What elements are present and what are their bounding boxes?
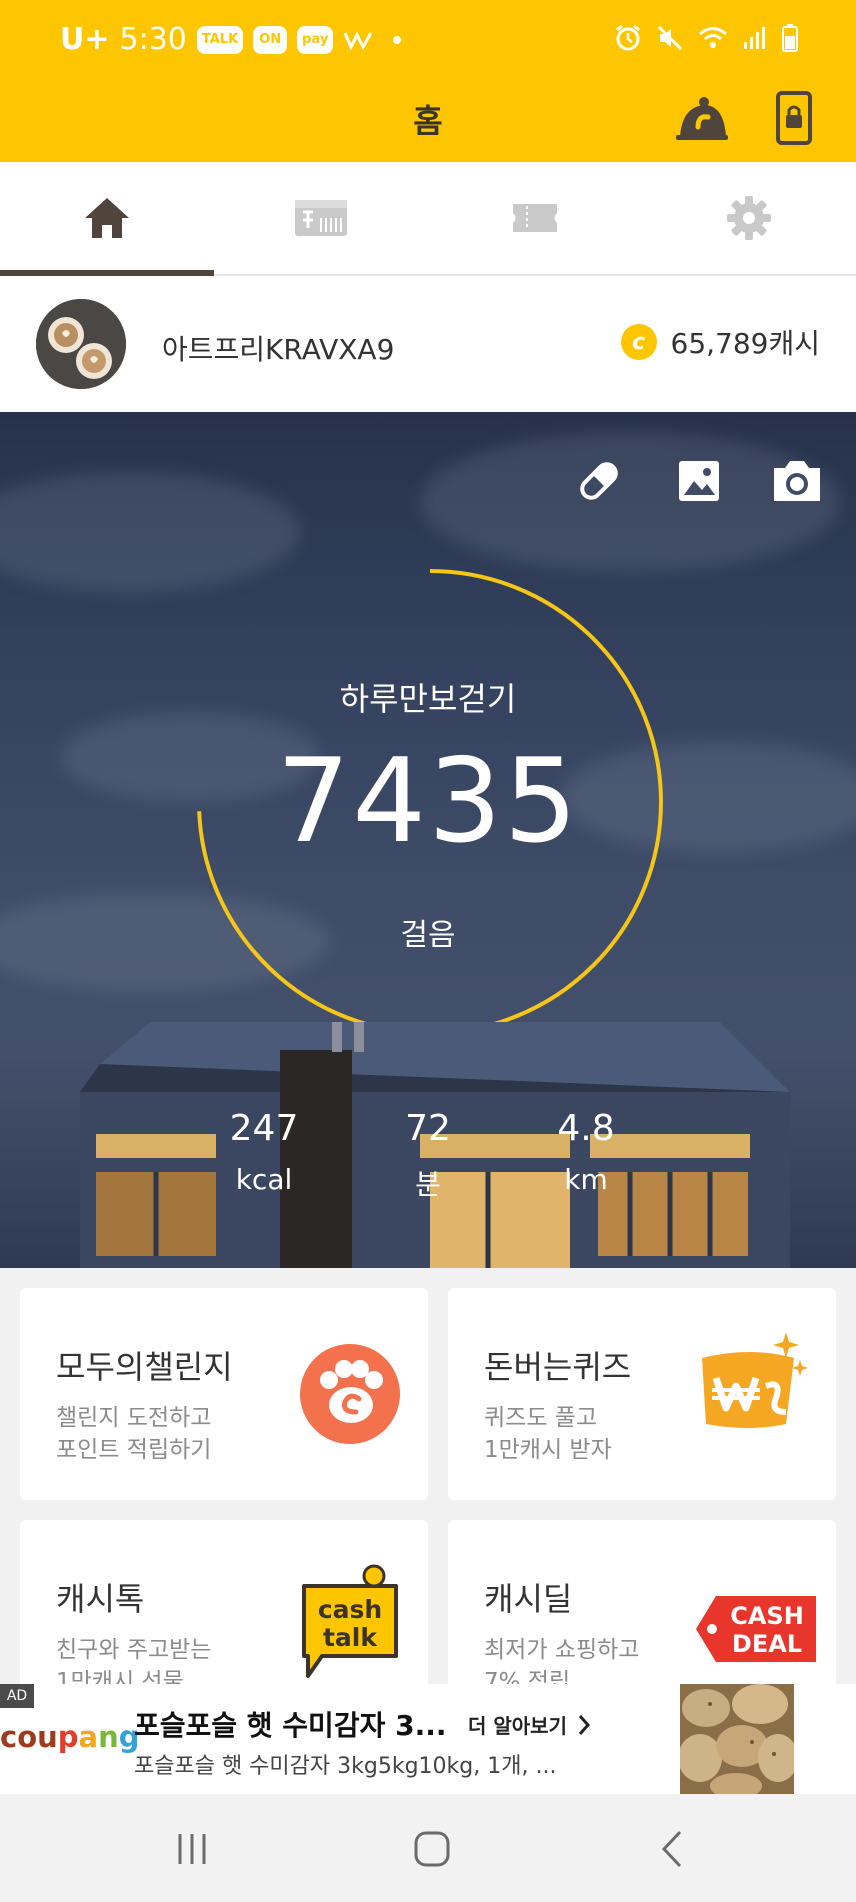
cashtalk-icon-text: cash [318,1595,382,1624]
coin-icon: c [620,324,657,360]
card-subtitle-line: 친구와 주고받는 [56,1637,212,1663]
coupang-logo-part: p [57,1720,79,1754]
tab-coupons[interactable] [428,162,642,274]
ad-learn-more[interactable]: 더 알아보기 [468,1710,591,1739]
home-nav-icon [414,1831,450,1867]
card-title: 캐시톡 [56,1580,145,1618]
status-bar: U+ 5:30 TALK ON pay [0,0,856,72]
cash-amount: 65,789캐시 [670,327,821,360]
potato-image [680,1684,794,1794]
main-tabs [0,162,856,276]
avatar[interactable] [36,299,126,389]
recent-apps-button[interactable] [162,1824,222,1874]
pill-icon [580,462,618,500]
cashwalk-character-icon [676,97,728,140]
ad-title: 포슬포슬 햇 수미감자 3... [134,1709,447,1742]
card-subtitle-line: 챌린지 도전하고 [56,1405,212,1431]
username: 아트프리KRAVXA9 [162,333,395,366]
card-title: 캐시딜 [484,1580,573,1618]
tab-settings[interactable] [642,162,856,274]
w-notification-icon [343,31,373,51]
carrier-label: U+ [60,22,110,57]
profile-row: 아트프리KRAVXA9 c 65,789캐시 [0,276,856,412]
ad-learn-more-label: 더 알아보기 [468,1714,567,1738]
tab-home[interactable] [0,162,214,276]
cash-balance[interactable]: c 65,789캐시 [620,322,821,362]
clock: 5:30 [119,22,187,57]
coupang-logo-part: a [78,1720,99,1754]
duration-stat: 72 분 [388,1108,468,1203]
pay-notification-icon: pay [297,25,334,54]
recent-apps-icon [178,1834,206,1864]
on-notification-icon: ON [253,25,288,54]
cashtalk-icon: cash talk [302,1564,398,1678]
distance-unit: km [564,1163,608,1196]
camera-button[interactable] [770,454,824,508]
card-subtitle-line: 포인트 적립하기 [56,1437,212,1463]
mute-icon [657,25,683,51]
home-icon [85,198,129,238]
coupang-logo-part: cou [0,1720,58,1754]
step-count[interactable]: 7435 [0,734,856,869]
system-nav-bar [0,1794,856,1902]
wifi-icon [699,27,727,48]
gallery-button[interactable] [672,454,726,508]
card-title: 모두의챌린지 [56,1348,233,1386]
card-challenge[interactable]: 모두의챌린지 챌린지 도전하고 포인트 적립하기 [20,1288,428,1500]
step-goal-label: 하루만보걷기 [339,680,517,718]
gift-shop-icon [295,200,347,236]
card-title: 돈버는퀴즈 [484,1348,632,1386]
calorie-stat: 247 kcal [220,1108,308,1196]
status-bar-right [614,24,798,52]
card-quiz[interactable]: 돈버는퀴즈 퀴즈도 풀고 1만캐시 받자 [448,1288,836,1500]
cashdeal-icon-text: CASH [730,1602,804,1630]
card-subtitle: 퀴즈도 풀고 1만캐시 받자 [484,1402,714,1466]
signal-icon [744,27,765,49]
ticket-icon [513,204,557,232]
ad-badge: AD [0,1684,34,1708]
duration-unit: 분 [415,1168,441,1201]
gear-icon [727,196,771,240]
app-header: 홈 [0,72,856,162]
ad-description: 포슬포슬 햇 수미감자 3kg5kg10kg, 1개, ... [134,1754,557,1779]
camera-icon [774,461,820,501]
cashtalk-icon-text: talk [323,1623,378,1652]
avatar-image [36,299,126,389]
battery-icon [782,24,798,52]
phone-lock-icon [776,91,812,145]
coupang-logo-part: n [98,1720,119,1754]
more-notifications-dot [393,35,402,44]
step-counter-hero: 하루만보걷기 7435 걸음 247 kcal 72 분 4.8 km [0,412,856,1268]
distance-value: 4.8 [557,1108,615,1149]
cashdeal-tag-icon: CASH DEAL [696,1596,816,1662]
pill-button[interactable] [572,454,626,508]
ad-banner[interactable]: AD coupang 포슬포슬 햇 수미감자 3... 더 알아보기 포슬포슬 … [0,1684,856,1794]
challenge-paw-icon [300,1344,400,1444]
tab-shop[interactable] [214,162,428,274]
home-nav-button[interactable] [402,1824,462,1874]
card-subtitle-line: 퀴즈도 풀고 [484,1405,598,1431]
duration-value: 72 [405,1108,451,1149]
cashwalk-character-button[interactable] [672,88,732,148]
ad-product-image [680,1684,794,1794]
distance-stat: 4.8 km [546,1108,626,1196]
status-bar-left: U+ 5:30 TALK ON pay [60,22,402,57]
back-icon [661,1830,682,1868]
gallery-icon [679,461,719,501]
coupang-logo: coupang [0,1720,140,1754]
chevron-right-icon [578,1714,590,1735]
cashdeal-icon-text: DEAL [732,1630,802,1658]
back-button[interactable] [642,1824,702,1874]
card-subtitle-line: 1만캐시 받자 [484,1437,612,1463]
calorie-value: 247 [229,1108,299,1149]
calorie-unit: kcal [235,1163,293,1196]
kakaotalk-notification-icon: TALK [196,25,244,54]
quiz-won-icon [702,1332,808,1428]
alarm-icon [616,24,640,51]
lock-screen-button[interactable] [764,88,824,148]
card-subtitle-line: 최저가 쇼핑하고 [484,1637,640,1663]
card-subtitle: 챌린지 도전하고 포인트 적립하기 [56,1402,286,1466]
step-unit: 걸음 [400,918,456,953]
